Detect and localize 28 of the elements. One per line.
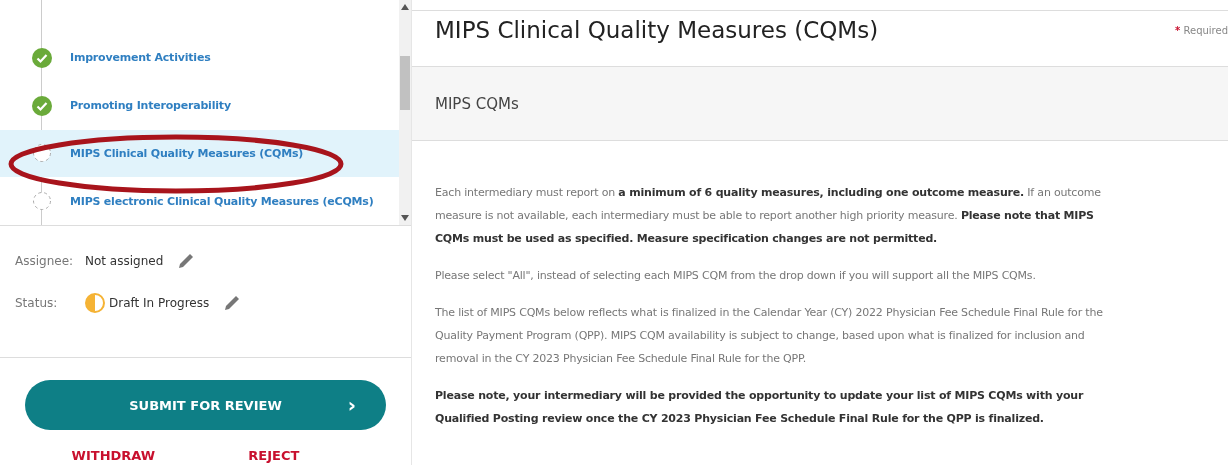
paragraph: Please note, your intermediary will be provided the opportunity to update your list of MIPS CQMs with your Qualified Posting review once the CY 2023 Physician Fee Schedule Final Rule for the QPP is finalized. (435, 388, 1085, 427)
step-item[interactable]: MIPS electronic Clinical Quality Measures (eCQMs) (0, 177, 399, 225)
assignee-label: Assignee: (15, 254, 75, 268)
assignee-value: Not assigned (85, 254, 164, 268)
pencil-icon[interactable] (177, 252, 196, 270)
step-item[interactable]: Promoting Interoperability (0, 81, 399, 130)
paragraph: Please select "All", instead of selecting each MIPS CQM from the drop down if you will support all the MIPS CQMs. (435, 268, 1037, 284)
status-value: Draft In Progress (109, 296, 210, 310)
section-header: MIPS CQMs (412, 66, 1228, 141)
step-item[interactable]: Improvement Activities (0, 34, 399, 82)
action-link[interactable]: WITHDRAW (71, 448, 156, 463)
action-link[interactable]: REJECT (248, 448, 300, 463)
dashed-circle-icon (32, 143, 52, 164)
submit-button[interactable]: SUBMIT FOR REVIEW › (25, 380, 386, 430)
check-circle-icon (32, 47, 52, 68)
scroll-down-icon[interactable] (401, 215, 409, 221)
paragraph: Each intermediary must report on a minimum of 6 quality measures, including one outcome measure. If an outcome measure is not available, each intermediary must be able to report another high priority measure. Please note that MIPS CQMs must be used as specified. Measure specification changes are not permitted. (435, 185, 1102, 247)
dashed-circle-icon (32, 191, 52, 212)
page-title: MIPS Clinical Quality Measures (CQMs) (435, 17, 879, 43)
check-circle-icon (32, 95, 52, 116)
paragraph: The list of MIPS CQMs below reflects what is finalized in the Calendar Year (CY) 2022 Physician Fee Schedule Final Rule for the Quality Payment Program (QPP). MIPS CQM availability is subject to change, based upon what is finalized for inclusion and removal in the CY 2023 Physician Fee Schedule Final Rule for the QPP. (435, 305, 1104, 367)
half-circle-icon (85, 293, 105, 313)
scrollbar-thumb[interactable] (400, 55, 410, 110)
pencil-icon[interactable] (223, 294, 242, 312)
scroll-up-icon[interactable] (401, 4, 409, 10)
status-label: Status: (15, 296, 59, 310)
chevron-icon: › (347, 393, 356, 417)
required-note: * Required (1175, 25, 1228, 36)
